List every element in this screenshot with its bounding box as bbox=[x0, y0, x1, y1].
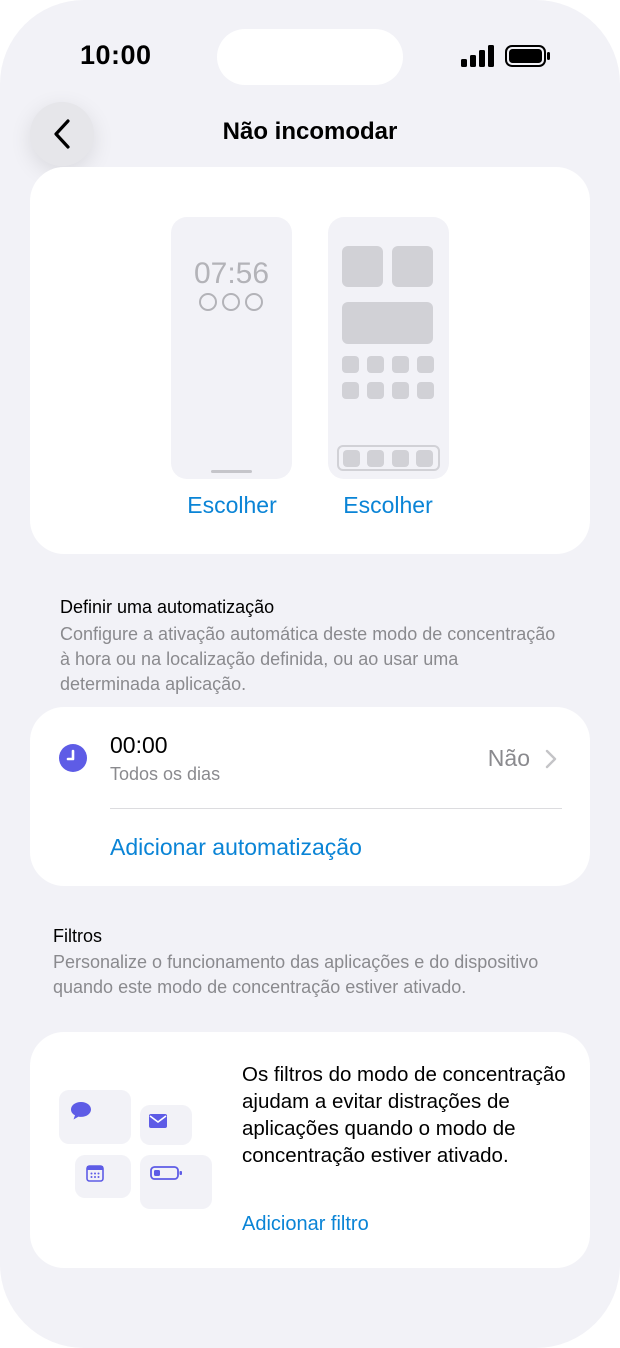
app-icon bbox=[417, 356, 434, 373]
filter-tile bbox=[75, 1155, 131, 1198]
phone-screen: 10:00 Não incomodar 07:56 Escolher Escol… bbox=[0, 0, 620, 1348]
battery-small-icon bbox=[150, 1166, 182, 1180]
divider bbox=[110, 808, 562, 809]
mail-icon bbox=[149, 1114, 167, 1128]
battery-icon bbox=[505, 45, 550, 67]
app-icon bbox=[342, 382, 359, 399]
filter-tile bbox=[59, 1090, 131, 1144]
lock-screen-time: 07:56 bbox=[193, 257, 270, 290]
automation-status: Não bbox=[487, 745, 530, 771]
customize-screens-card: 07:56 Escolher Escolher bbox=[30, 167, 590, 554]
signal-icon bbox=[461, 45, 494, 67]
choose-lock-screen-button[interactable]: Escolher bbox=[162, 492, 302, 519]
home-indicator bbox=[211, 470, 252, 473]
automation-card: 00:00 Todos os dias Não Adicionar automa… bbox=[30, 707, 590, 886]
dock bbox=[337, 445, 440, 471]
lock-screen-preview[interactable]: 07:56 bbox=[171, 217, 292, 479]
app-icon bbox=[367, 356, 384, 373]
status-time: 10:00 bbox=[80, 40, 152, 70]
app-icon bbox=[392, 382, 409, 399]
message-icon bbox=[71, 1102, 91, 1120]
app-icon bbox=[417, 382, 434, 399]
page-title: Não incomodar bbox=[222, 118, 398, 145]
chevron-right-icon bbox=[545, 749, 557, 769]
app-icon bbox=[342, 356, 359, 373]
lock-screen-widgets bbox=[199, 293, 263, 311]
filters-card: Os filtros do modo de concentração ajuda… bbox=[30, 1032, 590, 1268]
automation-row[interactable]: 00:00 Todos os dias Não bbox=[30, 707, 590, 808]
app-icon bbox=[367, 382, 384, 399]
filters-section-title: Filtros bbox=[53, 926, 102, 946]
add-automation-button[interactable]: Adicionar automatização bbox=[110, 834, 362, 861]
home-widget bbox=[392, 246, 433, 287]
dynamic-island bbox=[217, 29, 403, 85]
automation-days: Todos os dias bbox=[110, 764, 221, 784]
automation-section-description: Configure a ativação automática deste mo… bbox=[60, 624, 556, 694]
choose-home-screen-button[interactable]: Escolher bbox=[318, 492, 458, 519]
home-screen-preview[interactable] bbox=[328, 217, 449, 479]
clock-icon bbox=[59, 744, 87, 772]
filter-tile bbox=[140, 1105, 192, 1145]
home-widget bbox=[342, 302, 433, 344]
calendar-icon bbox=[86, 1165, 104, 1182]
add-filter-button[interactable]: Adicionar filtro bbox=[242, 1213, 369, 1236]
filter-tile bbox=[140, 1155, 212, 1209]
home-widget bbox=[342, 246, 383, 287]
automation-time: 00:00 bbox=[110, 732, 168, 758]
app-icon bbox=[392, 356, 409, 373]
automation-section-title: Definir uma automatização bbox=[60, 597, 275, 617]
filters-section-description: Personalize o funcionamento das aplicaçõ… bbox=[53, 952, 539, 997]
filters-info-text: Os filtros do modo de concentração ajuda… bbox=[242, 1063, 566, 1167]
